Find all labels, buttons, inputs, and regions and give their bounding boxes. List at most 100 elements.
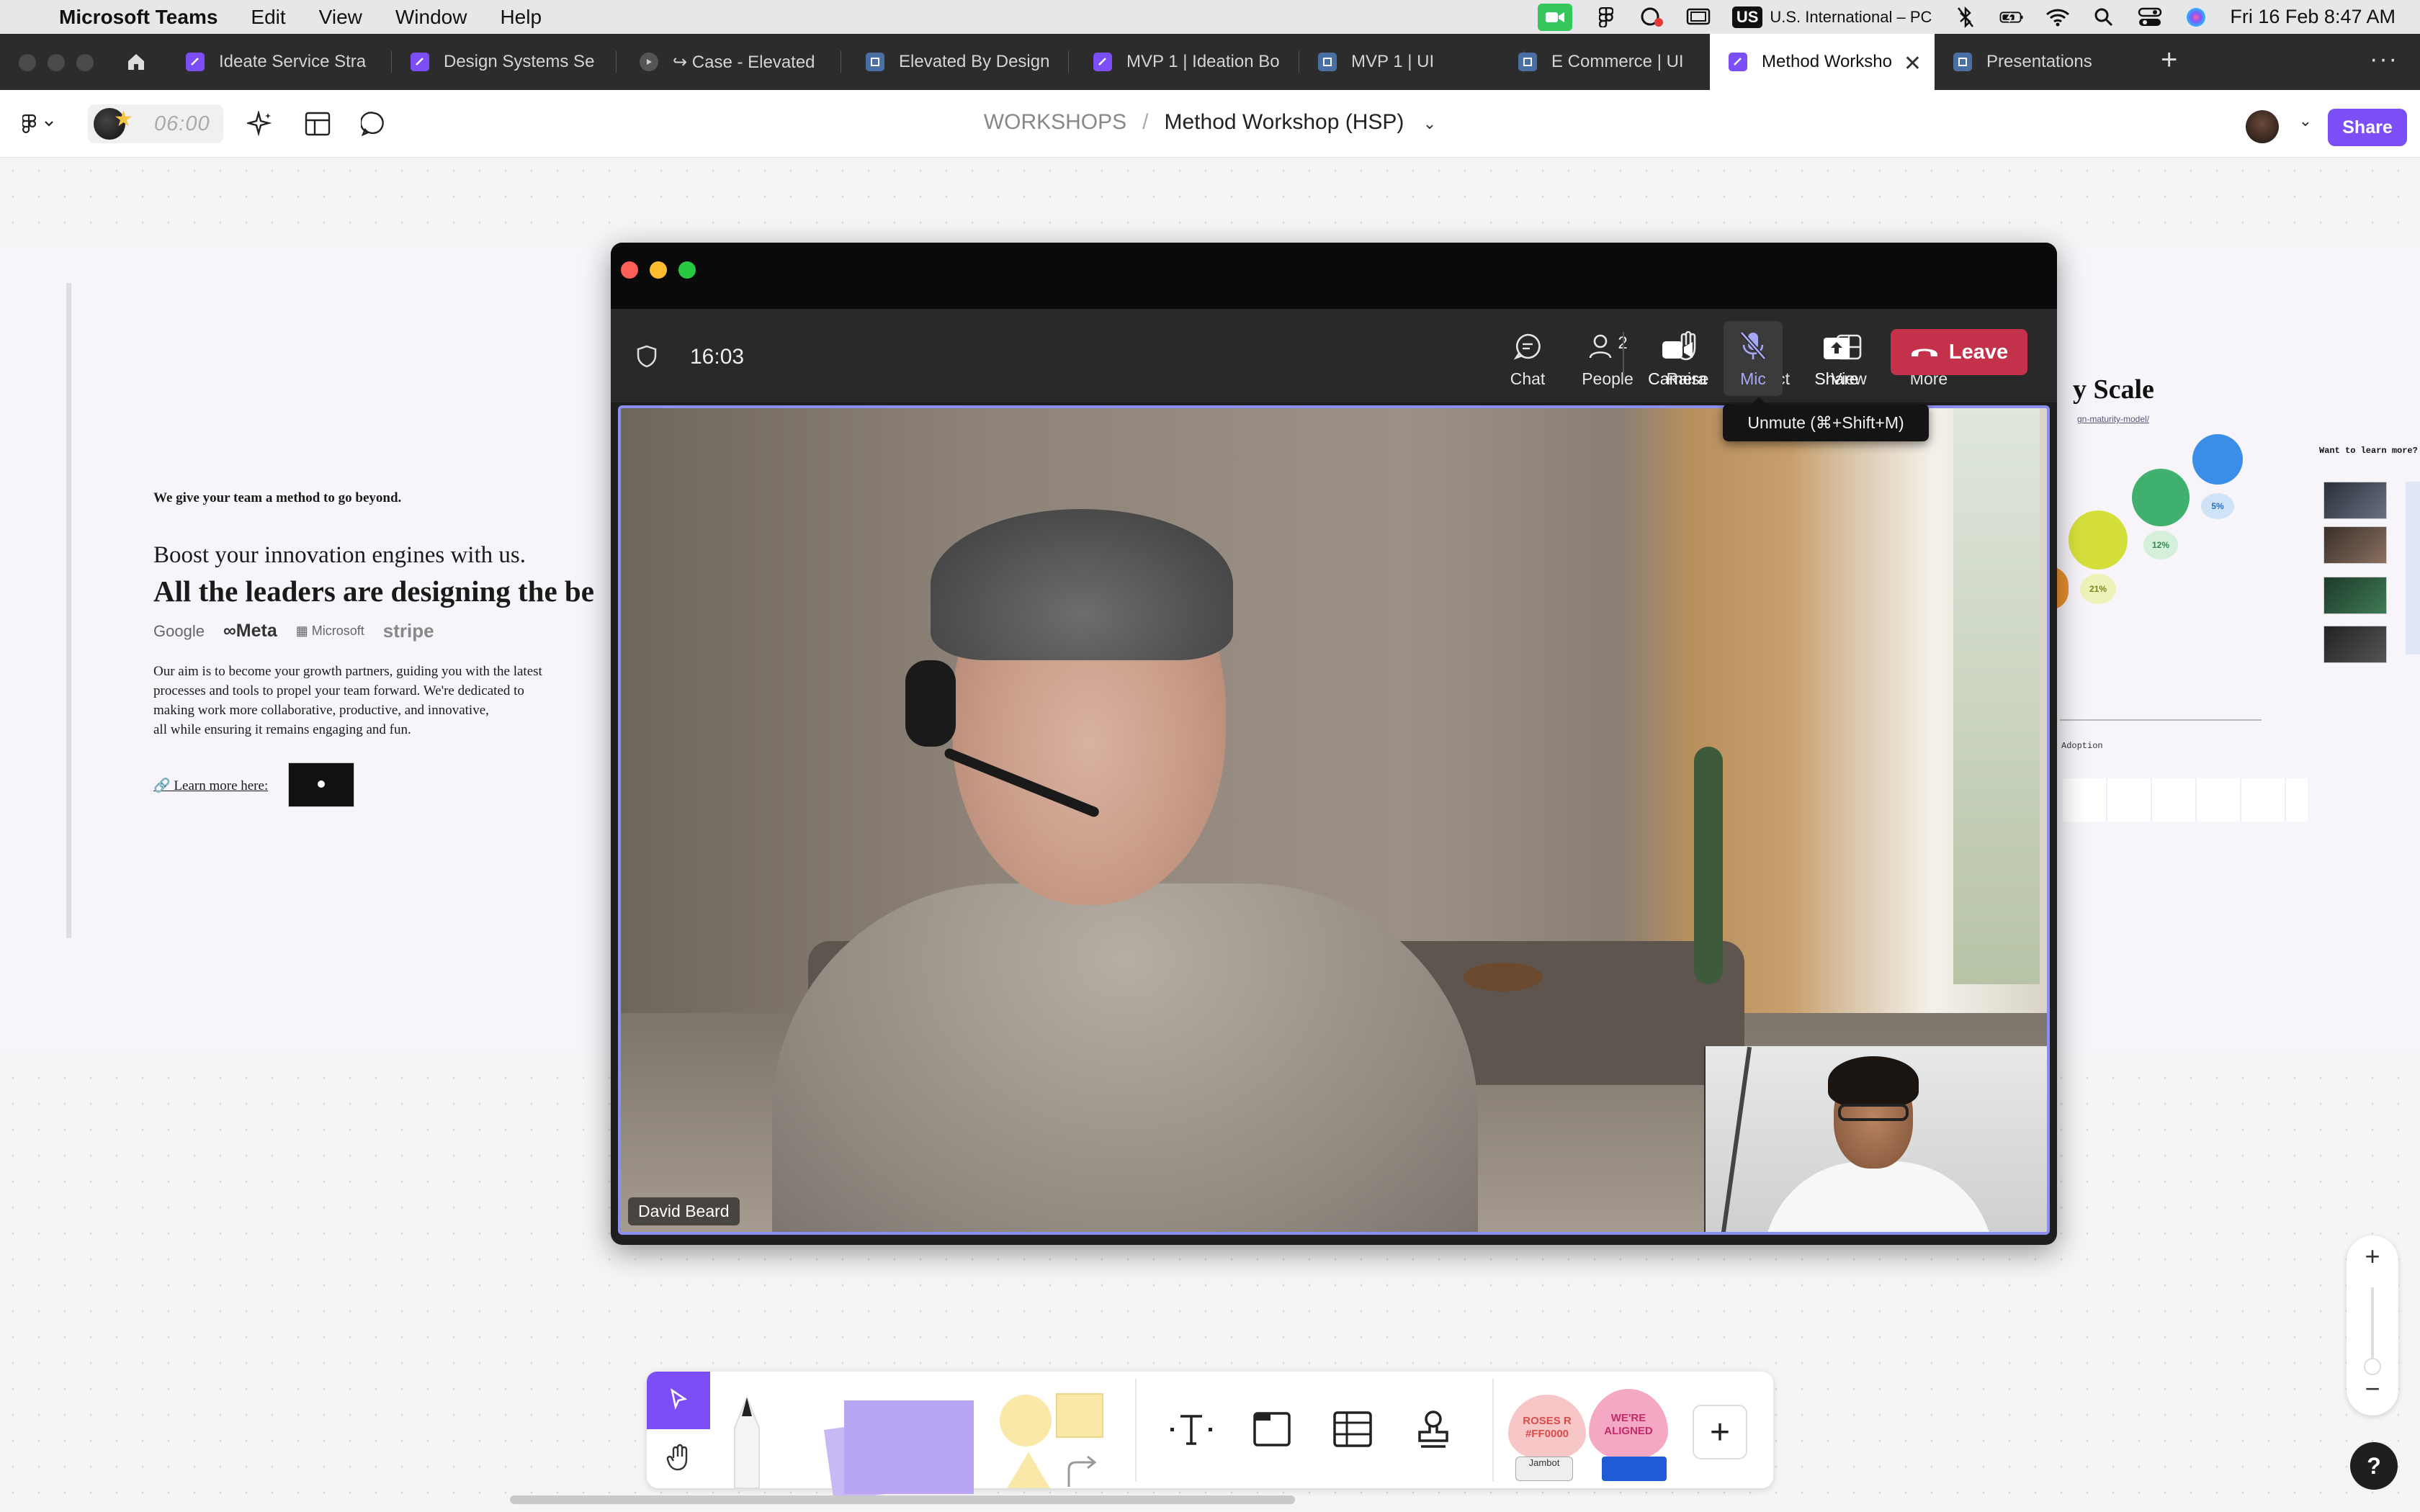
learn-more-link[interactable]: 🔗 Learn more here:: [153, 777, 268, 794]
horizontal-scrollbar[interactable]: [510, 1495, 1295, 1504]
tab-label: Method Worksho: [1762, 52, 1892, 71]
display-mirroring-icon[interactable]: [1686, 7, 1711, 27]
menu-view[interactable]: View: [319, 6, 362, 29]
stickers-tool[interactable]: ROSES R #FF0000 WE'RE ALIGNED Jambot: [1508, 1385, 1678, 1485]
file-name[interactable]: Method Workshop (HSP): [1165, 110, 1404, 134]
teams-zoom-button[interactable]: [678, 261, 696, 279]
tab-mvp1-ideation[interactable]: MVP 1 | Ideation Bo: [1080, 34, 1299, 90]
percent-badge: 5%: [2201, 493, 2234, 519]
tagline: We give your team a method to go beyond.: [153, 490, 402, 505]
share-screen-button[interactable]: Share: [1801, 326, 1873, 391]
stripe-logo: stripe: [382, 620, 434, 642]
sticky-note-tool[interactable]: [823, 1396, 974, 1502]
home-icon[interactable]: [122, 48, 150, 76]
video-thumbnail[interactable]: [2323, 626, 2387, 663]
spotlight-search-icon[interactable]: [2092, 7, 2116, 27]
figjam-icon: [186, 53, 205, 71]
tab-label: Ideate Service Stra: [219, 52, 367, 71]
share-label: Share: [1814, 369, 1859, 388]
marker-tool[interactable]: [719, 1385, 775, 1489]
main-video-feed[interactable]: David Beard: [618, 405, 2050, 1235]
chat-button[interactable]: Chat: [1492, 326, 1564, 391]
close-tab-icon[interactable]: ✕: [1904, 51, 1922, 76]
video-thumbnail[interactable]: [288, 762, 354, 807]
zoom-slider-handle[interactable]: [2364, 1358, 2381, 1375]
user-avatar[interactable]: [2246, 110, 2279, 143]
video-thumbnail[interactable]: [2323, 482, 2387, 519]
shield-icon[interactable]: [637, 345, 657, 372]
stamp-tool[interactable]: [1407, 1405, 1459, 1457]
shape-tool[interactable]: [1000, 1387, 1108, 1488]
input-source-menu[interactable]: US U.S. International – PC: [1731, 6, 1932, 28]
cursor-arrow-icon: [668, 1387, 689, 1413]
section-tool[interactable]: [1246, 1405, 1298, 1457]
window-close-button[interactable]: [19, 54, 36, 71]
app-menu[interactable]: Microsoft Teams: [59, 6, 218, 29]
bluetooth-off-icon[interactable]: [1953, 6, 1978, 28]
zoom-out-icon[interactable]: −: [2347, 1374, 2398, 1404]
people-button[interactable]: 2 People: [1572, 326, 1644, 391]
adoption-arrow: [2060, 719, 2262, 721]
tab-label: Elevated By Design: [899, 52, 1050, 71]
want-more-heading: Want to learn more?: [2319, 446, 2418, 456]
wifi-icon[interactable]: [2045, 7, 2070, 27]
avatar-chevron-down-icon[interactable]: ⌄: [2299, 112, 2312, 130]
help-button[interactable]: ?: [2350, 1442, 2398, 1490]
hand-tool[interactable]: [647, 1431, 710, 1487]
keyboard-layout-label: U.S. International – PC: [1770, 7, 1932, 26]
text-icon: [1169, 1409, 1214, 1453]
percent-badge: 12%: [2143, 531, 2178, 559]
battery-icon[interactable]: [1999, 7, 2024, 27]
video-thumbnail[interactable]: [2323, 526, 2387, 564]
tab-ideate-service[interactable]: Ideate Service Stra: [173, 34, 392, 90]
tab-elevated-by-design[interactable]: Elevated By Design: [853, 34, 1069, 90]
teams-close-button[interactable]: [621, 261, 638, 279]
camera-button[interactable]: Camera: [1639, 326, 1716, 391]
breadcrumb-workshops[interactable]: WORKSHOPS: [984, 110, 1126, 134]
clock[interactable]: Fri 16 Feb 8:47 AM: [2230, 6, 2396, 28]
video-plant: [1694, 747, 1723, 984]
creation-toolbar: ROSES R #FF0000 WE'RE ALIGNED Jambot +: [647, 1372, 1773, 1502]
text-tool[interactable]: [1165, 1405, 1217, 1457]
table-tool[interactable]: [1327, 1405, 1379, 1457]
tab-design-systems[interactable]: Design Systems Se: [398, 34, 617, 90]
teams-meeting-window[interactable]: 16:03 Chat 2 People Raise React View ···…: [611, 243, 2057, 1245]
breadcrumb: WORKSHOPS / Method Workshop (HSP) ⌄: [0, 110, 2420, 135]
new-tab-icon[interactable]: +: [2161, 44, 2177, 76]
mic-button[interactable]: Mic: [1724, 321, 1783, 396]
zoom-slider-track[interactable]: [2371, 1287, 2374, 1367]
zoom-in-icon[interactable]: +: [2347, 1241, 2398, 1272]
screen-recording-icon[interactable]: [1640, 7, 1664, 27]
select-tool[interactable]: [647, 1372, 710, 1429]
window-minimize-button[interactable]: [48, 54, 65, 71]
tab-method-workshop[interactable]: Method Worksho ✕: [1710, 34, 1935, 90]
leave-button[interactable]: Leave: [1891, 329, 2027, 375]
control-center-icon[interactable]: [2138, 7, 2162, 27]
tab-presentations[interactable]: Presentations: [1945, 34, 2161, 90]
tab-mvp1-ui[interactable]: MVP 1 | UI: [1305, 34, 1524, 90]
menu-window[interactable]: Window: [395, 6, 467, 29]
more-options-icon[interactable]: ···: [2370, 45, 2398, 73]
google-logo: Google: [153, 621, 205, 640]
figma-menubar-icon[interactable]: [1594, 6, 1618, 27]
menu-edit[interactable]: Edit: [251, 6, 285, 29]
window-zoom-button[interactable]: [76, 54, 94, 71]
more-tools-plus-icon[interactable]: +: [1693, 1405, 1747, 1459]
siri-icon[interactable]: [2184, 7, 2208, 27]
self-view-video[interactable]: [1704, 1046, 2047, 1232]
video-thumbnail[interactable]: [2323, 577, 2387, 614]
chevron-down-icon[interactable]: ⌄: [1423, 114, 1436, 132]
video-window: [1953, 408, 2040, 984]
unmute-tooltip: Unmute (⌘+Shift+M): [1723, 397, 1929, 441]
tab-case-elevated[interactable]: ↪ Case - Elevated: [622, 34, 841, 90]
leave-label: Leave: [1948, 340, 2009, 364]
figma-design-icon: [1953, 53, 1972, 71]
tab-ecommerce-ui[interactable]: E Commerce | UI: [1505, 34, 1707, 90]
tab-label: MVP 1 | UI: [1351, 52, 1435, 71]
maturity-model-link[interactable]: gn-maturity-model/: [2077, 414, 2149, 424]
share-button[interactable]: Share: [2328, 109, 2407, 146]
video-camera-icon: [1662, 326, 1693, 361]
menu-help[interactable]: Help: [500, 6, 542, 29]
teams-camera-status-icon[interactable]: [1537, 3, 1572, 31]
teams-minimize-button[interactable]: [650, 261, 667, 279]
